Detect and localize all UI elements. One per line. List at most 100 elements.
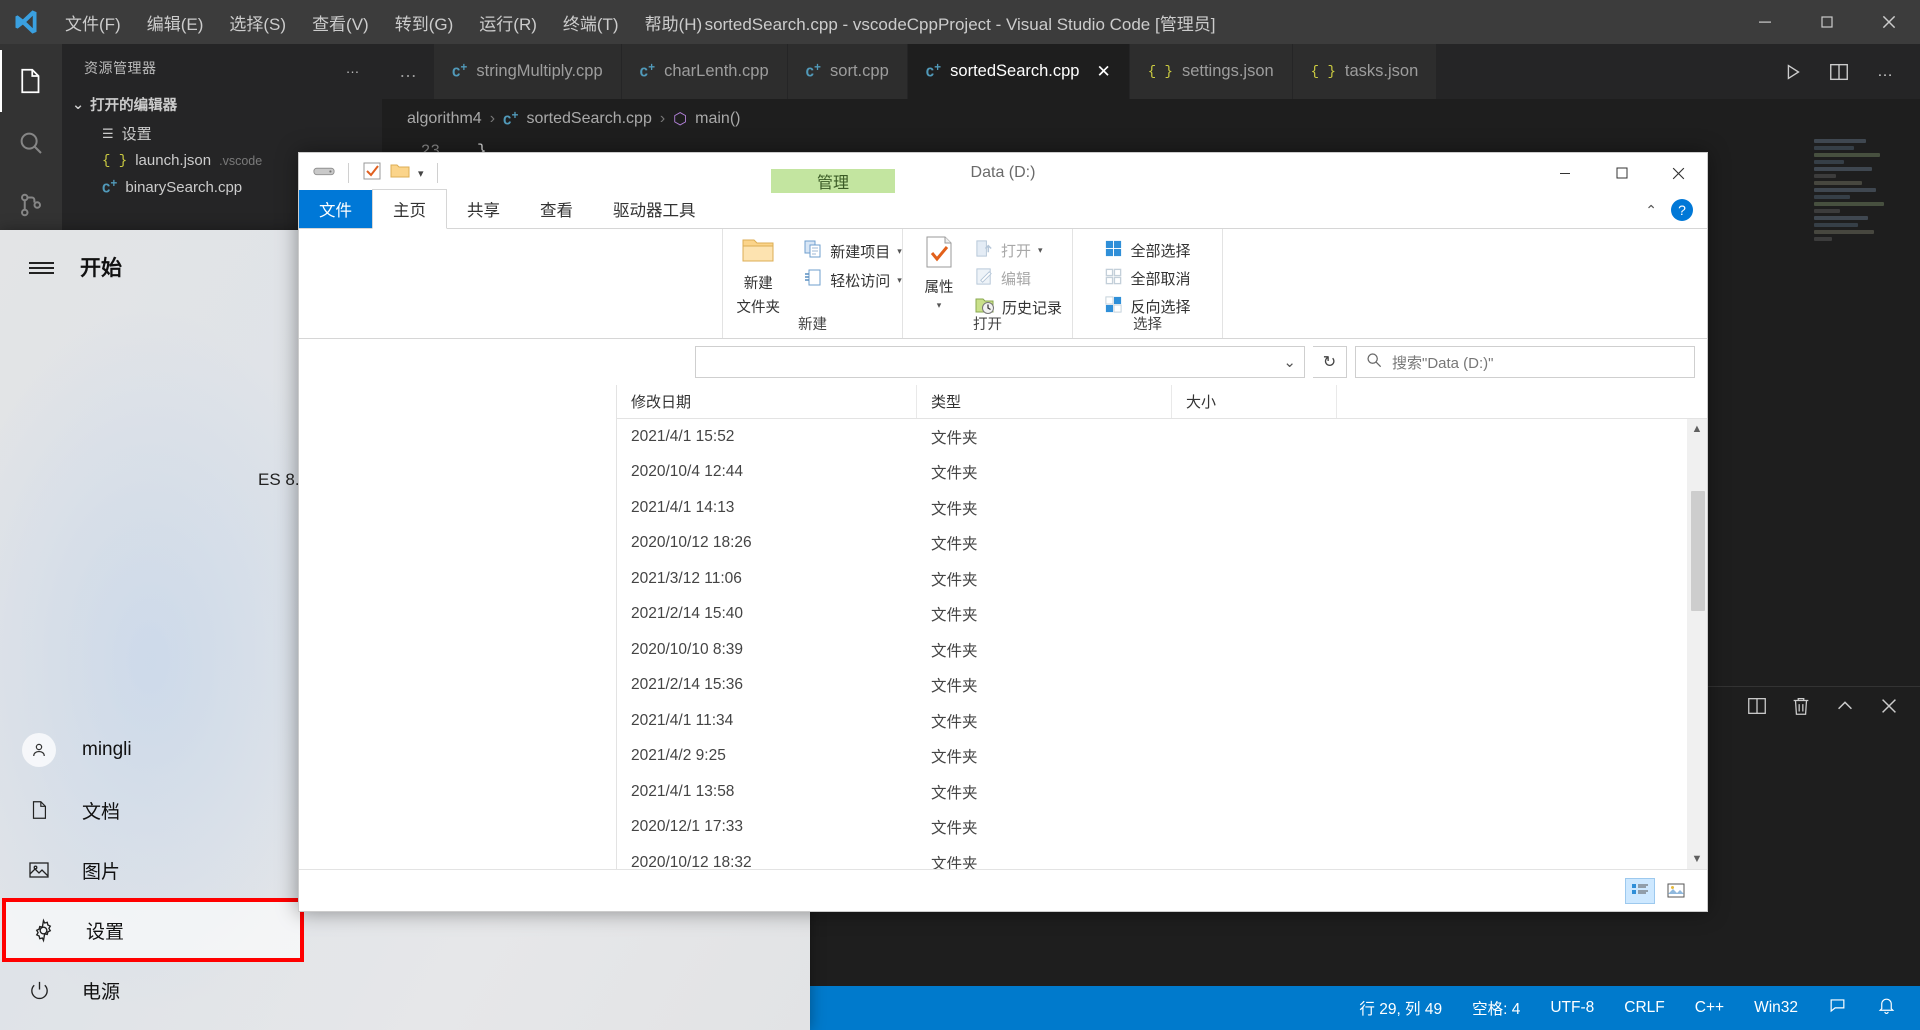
activity-scm-icon[interactable] — [0, 174, 62, 236]
details-view-button[interactable] — [1625, 877, 1655, 904]
minimize-button[interactable] — [1734, 0, 1796, 44]
table-row[interactable]: 2021/4/2 9:25 文件夹 — [617, 739, 1707, 775]
breadcrumb-file[interactable]: sortedSearch.cpp — [526, 110, 651, 128]
table-row[interactable]: 2020/12/1 17:33 文件夹 — [617, 810, 1707, 846]
activity-explorer-icon[interactable] — [0, 50, 62, 112]
ribbon-tab-view[interactable]: 查看 — [520, 190, 593, 228]
table-row[interactable]: 2020/10/12 18:32 文件夹 — [617, 845, 1707, 869]
tab-stringMultiply-cpp[interactable]: C+ stringMultiply.cpp — [434, 44, 622, 99]
scroll-thumb[interactable] — [1691, 491, 1705, 611]
open-button[interactable]: 打开 ▾ — [975, 239, 1062, 262]
chevron-down-icon[interactable]: ⌄ — [1283, 353, 1296, 371]
file-list-pane[interactable]: 修改日期 类型 大小 2021/4/1 15:52 文件夹 2020/10/4 12… — [617, 385, 1707, 869]
start-item-settings[interactable]: 设置 — [2, 898, 304, 962]
tabs-overflow-icon[interactable]: … — [382, 44, 434, 99]
file-rows[interactable]: 2021/4/1 15:52 文件夹 2020/10/4 12:44 文件夹 2021/… — [617, 419, 1707, 869]
feedback-icon[interactable] — [1822, 994, 1853, 1022]
start-item-pictures[interactable]: 图片 — [0, 840, 320, 900]
ribbon-tab-file[interactable]: 文件 — [299, 190, 372, 228]
navigation-pane[interactable] — [299, 385, 617, 869]
ribbon-tab-share[interactable]: 共享 — [447, 190, 520, 228]
maximize-button[interactable] — [1593, 153, 1650, 193]
split-editor-icon[interactable] — [1818, 49, 1860, 95]
breadcrumb-symbol[interactable]: main() — [695, 110, 740, 128]
activity-search-icon[interactable] — [0, 112, 62, 174]
checkbox-icon[interactable] — [362, 161, 382, 186]
bell-icon[interactable] — [1871, 994, 1902, 1022]
column-header-date[interactable]: 修改日期 — [617, 385, 917, 418]
tab-sortedSearch-cpp[interactable]: C+ sortedSearch.cpp ✕ — [907, 44, 1130, 99]
select-all-button[interactable]: 全部选择 — [1104, 239, 1191, 262]
new-item-button[interactable]: 新建项目 ▾ — [803, 239, 902, 263]
table-row[interactable]: 2021/4/1 13:58 文件夹 — [617, 774, 1707, 810]
caret-down-icon[interactable]: ▾ — [897, 275, 902, 286]
drive-icon[interactable] — [313, 163, 335, 184]
breadcrumb-folder[interactable]: algorithm4 — [407, 110, 482, 128]
tab-close-icon[interactable]: ✕ — [1096, 62, 1110, 82]
ribbon-tab-drive-tools[interactable]: 驱动器工具 — [593, 190, 716, 228]
sidebar-more-icon[interactable]: … — [346, 60, 361, 76]
menu-select[interactable]: 选择(S) — [216, 6, 299, 39]
edit-button[interactable]: 编辑 — [975, 267, 1062, 290]
easy-access-button[interactable]: 轻松访问 ▾ — [803, 268, 902, 292]
column-header-size[interactable]: 大小 — [1172, 385, 1337, 418]
menu-goto[interactable]: 转到(G) — [382, 6, 467, 39]
start-item-power[interactable]: 电源 — [0, 960, 320, 1020]
table-row[interactable]: 2020/10/12 18:26 文件夹 — [617, 526, 1707, 562]
table-row[interactable]: 2021/4/1 11:34 文件夹 — [617, 703, 1707, 739]
scroll-down-icon[interactable]: ▼ — [1687, 849, 1707, 869]
caret-down-icon[interactable]: ▾ — [1038, 245, 1043, 256]
table-row[interactable]: 2021/4/1 14:13 文件夹 — [617, 490, 1707, 526]
run-code-icon[interactable] — [1772, 49, 1814, 95]
scroll-up-icon[interactable]: ▲ — [1687, 419, 1707, 439]
status-platform[interactable]: Win32 — [1748, 997, 1804, 1019]
menu-view[interactable]: 查看(V) — [299, 6, 382, 39]
menu-file[interactable]: 文件(F) — [52, 6, 134, 39]
caret-down-icon[interactable]: ▾ — [937, 300, 942, 311]
status-language[interactable]: C++ — [1689, 997, 1730, 1019]
maximize-button[interactable] — [1796, 0, 1858, 44]
table-row[interactable]: 2021/2/14 15:36 文件夹 — [617, 668, 1707, 704]
menu-run[interactable]: 运行(R) — [466, 6, 550, 39]
tab-tasks-json[interactable]: { } tasks.json — [1292, 44, 1438, 99]
large-icons-view-button[interactable] — [1661, 878, 1691, 904]
refresh-button[interactable]: ↻ — [1313, 346, 1347, 378]
menu-edit[interactable]: 编辑(E) — [134, 6, 217, 39]
column-header-blank[interactable] — [1337, 385, 1707, 418]
start-item-documents[interactable]: 文档 — [0, 780, 320, 840]
minimize-button[interactable] — [1536, 153, 1593, 193]
status-position[interactable]: 行 29, 列 49 — [1353, 995, 1448, 1021]
hamburger-icon[interactable] — [18, 245, 64, 291]
table-row[interactable]: 2021/2/14 15:40 文件夹 — [617, 597, 1707, 633]
select-none-button[interactable]: 全部取消 — [1104, 267, 1191, 290]
table-row[interactable]: 2020/10/10 8:39 文件夹 — [617, 632, 1707, 668]
collapse-ribbon-icon[interactable]: ⌃ — [1645, 202, 1657, 219]
list-scrollbar[interactable]: ▲ ▼ — [1687, 419, 1707, 869]
close-button[interactable] — [1650, 153, 1707, 193]
tab-charLenth-cpp[interactable]: C+ charLenth.cpp — [621, 44, 788, 99]
new-folder-button[interactable]: 新建 文件夹 — [723, 235, 793, 317]
vscode-menubar[interactable]: 文件(F) 编辑(E) 选择(S) 查看(V) 转到(G) 运行(R) 终端(T… — [52, 6, 715, 39]
close-button[interactable] — [1858, 0, 1920, 44]
status-eol[interactable]: CRLF — [1618, 997, 1670, 1019]
folder-icon[interactable] — [390, 162, 410, 185]
open-editor-settings[interactable]: ☰ 设置 — [62, 119, 382, 148]
tab-sort-cpp[interactable]: C+ sort.cpp — [787, 44, 908, 99]
help-icon[interactable]: ? — [1671, 199, 1693, 221]
editor-more-icon[interactable]: … — [1864, 49, 1906, 95]
caret-down-icon[interactable]: ▾ — [897, 246, 902, 257]
start-item-user[interactable]: mingli — [0, 720, 320, 780]
properties-button[interactable]: 属性 ▾ — [913, 235, 965, 311]
column-header-type[interactable]: 类型 — [917, 385, 1172, 418]
search-input[interactable]: 搜索"Data (D:)" — [1355, 346, 1695, 378]
table-row[interactable]: 2021/3/12 11:06 文件夹 — [617, 561, 1707, 597]
address-bar[interactable]: ⌄ — [695, 346, 1305, 378]
table-row[interactable]: 2021/4/1 15:52 文件夹 — [617, 419, 1707, 455]
table-row[interactable]: 2020/10/4 12:44 文件夹 — [617, 455, 1707, 491]
tab-settings-json[interactable]: { } settings.json — [1129, 44, 1293, 99]
menu-terminal[interactable]: 终端(T) — [550, 6, 632, 39]
status-encoding[interactable]: UTF-8 — [1544, 997, 1600, 1019]
chevron-down-icon[interactable]: ▾ — [418, 167, 424, 180]
menu-help[interactable]: 帮助(H) — [632, 6, 716, 39]
open-editors-section[interactable]: ⌄ 打开的编辑器 — [62, 90, 382, 119]
